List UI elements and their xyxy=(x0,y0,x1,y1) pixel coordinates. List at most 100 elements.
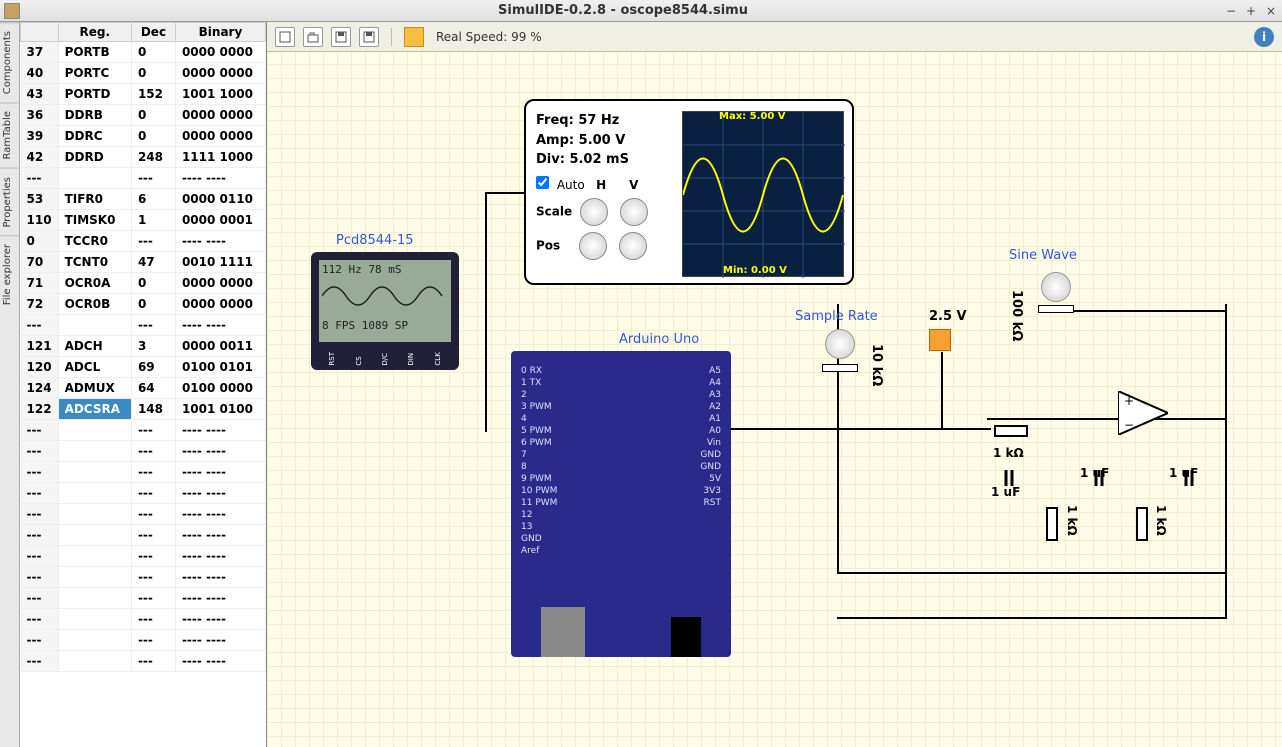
circuit-canvas[interactable]: Real Speed: 99 % i Freq: 57 Hz Amp: 5.00… xyxy=(267,22,1282,747)
arduino-pin: 9 PWM xyxy=(521,473,557,485)
capacitor-1u-a[interactable] xyxy=(997,470,1021,486)
table-row[interactable]: 40PORTC00000 0000 xyxy=(21,63,266,84)
table-row[interactable]: ---------- ---- xyxy=(21,504,266,525)
scope-scale-v-knob[interactable] xyxy=(620,198,648,226)
tab-file-explorer[interactable]: File explorer xyxy=(0,235,19,313)
table-row[interactable]: ---------- ---- xyxy=(21,441,266,462)
table-row[interactable]: ---------- ---- xyxy=(21,588,266,609)
lcd-screen: 112 Hz 78 mS 8 FPS 1089 SP xyxy=(319,260,451,342)
lcd-pin: CLK xyxy=(434,352,442,366)
table-row[interactable]: 0TCCR0------- ---- xyxy=(21,231,266,252)
arduino-pin: 11 PWM xyxy=(521,497,557,509)
scope-scale-h-knob[interactable] xyxy=(580,198,608,226)
minimize-button[interactable]: − xyxy=(1224,4,1238,18)
opamp[interactable]: +− xyxy=(1118,391,1168,435)
table-row[interactable]: 42DDRD2481111 1000 xyxy=(21,147,266,168)
table-row[interactable]: ---------- ---- xyxy=(21,567,266,588)
arduino-usb xyxy=(541,607,585,657)
svg-text:−: − xyxy=(1124,418,1134,432)
r-1k-a-label: 1 kΩ xyxy=(993,446,1024,460)
table-row[interactable]: 122ADCSRA1481001 0100 xyxy=(21,399,266,420)
sim-speed-status: Real Speed: 99 % xyxy=(436,30,542,44)
table-row[interactable]: 124ADMUX640100 0000 xyxy=(21,378,266,399)
open-file-button[interactable] xyxy=(303,27,323,47)
table-row[interactable]: ---------- ---- xyxy=(21,630,266,651)
arduino-pin: 5V xyxy=(700,473,721,485)
table-row[interactable]: ---------- ---- xyxy=(21,651,266,672)
lcd-line2: 8 FPS 1089 SP xyxy=(322,319,448,332)
scope-auto-checkbox[interactable] xyxy=(536,176,549,189)
col-num xyxy=(21,23,59,42)
capacitor-1u-c[interactable] xyxy=(1177,470,1201,486)
oscilloscope[interactable]: Freq: 57 Hz Amp: 5.00 V Div: 5.02 mS Aut… xyxy=(524,99,854,285)
table-row[interactable]: ---------- ---- xyxy=(21,315,266,336)
table-row[interactable]: ---------- ---- xyxy=(21,546,266,567)
table-row[interactable]: 72OCR0B00000 0000 xyxy=(21,294,266,315)
table-row[interactable]: ---------- ---- xyxy=(21,525,266,546)
voltage-source[interactable] xyxy=(929,329,951,351)
table-row[interactable]: 36DDRB00000 0000 xyxy=(21,105,266,126)
arduino-pin: 3 PWM xyxy=(521,401,557,413)
sinewave-pot[interactable] xyxy=(1038,305,1074,313)
table-row[interactable]: ---------- ---- xyxy=(21,420,266,441)
register-table[interactable]: Reg. Dec Binary 37PORTB00000 000040PORTC… xyxy=(20,22,266,672)
table-row[interactable]: ---------- ---- xyxy=(21,609,266,630)
scope-freq-value: 57 Hz xyxy=(578,113,619,128)
scope-min-label: Min: 0.00 V xyxy=(723,265,787,276)
scope-screen: Max: 5.00 V Min: 0.00 V xyxy=(682,111,844,277)
save-file-button[interactable] xyxy=(331,27,351,47)
table-row[interactable]: 39DDRC00000 0000 xyxy=(21,126,266,147)
arduino-pin: 1 TX xyxy=(521,377,557,389)
arduino-pin: 12 xyxy=(521,509,557,521)
scope-pos-v-knob[interactable] xyxy=(619,232,647,260)
table-row[interactable]: 70TCNT0470010 1111 xyxy=(21,252,266,273)
table-row[interactable]: 120ADCL690100 0101 xyxy=(21,357,266,378)
canvas-toolbar: Real Speed: 99 % i xyxy=(267,22,1282,52)
table-row[interactable]: ---------- ---- xyxy=(21,168,266,189)
sample-rate-knob[interactable] xyxy=(825,329,855,359)
resistor-1k-a[interactable] xyxy=(991,424,1031,438)
resistor-1k-c[interactable] xyxy=(1135,504,1149,544)
c-1u-a-label: 1 uF xyxy=(991,485,1020,499)
maximize-button[interactable]: + xyxy=(1244,4,1258,18)
arduino-pin: 8 xyxy=(521,461,557,473)
info-button[interactable]: i xyxy=(1254,27,1274,47)
sinewave-knob[interactable] xyxy=(1041,272,1071,302)
table-row[interactable]: 121ADCH30000 0011 xyxy=(21,336,266,357)
scope-div-value: 5.02 mS xyxy=(569,152,629,167)
arduino-pin: 10 PWM xyxy=(521,485,557,497)
arduino-uno[interactable]: 0 RX1 TX23 PWM45 PWM6 PWM789 PWM10 PWM11… xyxy=(511,351,731,657)
side-tabs: Components RamTable Properties File expl… xyxy=(0,22,20,747)
tab-properties[interactable]: Properties xyxy=(0,168,19,236)
arduino-pin: 5 PWM xyxy=(521,425,557,437)
capacitor-1u-b[interactable] xyxy=(1087,470,1111,486)
sample-rate-pot[interactable] xyxy=(822,364,858,372)
table-row[interactable]: ---------- ---- xyxy=(21,462,266,483)
arduino-pin: GND xyxy=(700,461,721,473)
arduino-pin: A0 xyxy=(700,425,721,437)
table-row[interactable]: 110TIMSK010000 0001 xyxy=(21,210,266,231)
tab-ramtable[interactable]: RamTable xyxy=(0,102,19,167)
table-row[interactable]: 71OCR0A00000 0000 xyxy=(21,273,266,294)
resistor-1k-b[interactable] xyxy=(1045,504,1059,544)
tab-components[interactable]: Components xyxy=(0,22,19,102)
arduino-pin: GND xyxy=(521,533,557,545)
new-file-button[interactable] xyxy=(275,27,295,47)
table-row[interactable]: ---------- ---- xyxy=(21,483,266,504)
sample-rate-label: Sample Rate xyxy=(795,309,878,324)
col-dec: Dec xyxy=(131,23,175,42)
scope-pos-label: Pos xyxy=(536,238,560,252)
save-as-button[interactable] xyxy=(359,27,379,47)
scope-pos-h-knob[interactable] xyxy=(579,232,607,260)
run-stop-button[interactable] xyxy=(404,27,424,47)
table-row[interactable]: 53TIFR060000 0110 xyxy=(21,189,266,210)
close-button[interactable]: × xyxy=(1264,4,1278,18)
arduino-power-jack xyxy=(671,617,701,657)
lcd-pcd8544[interactable]: 112 Hz 78 mS 8 FPS 1089 SP RSTCSD/CDINCL… xyxy=(311,252,459,370)
table-row[interactable]: 37PORTB00000 0000 xyxy=(21,42,266,63)
arduino-pin: Aref xyxy=(521,545,557,557)
table-row[interactable]: 43PORTD1521001 1000 xyxy=(21,84,266,105)
scope-div-label: Div: xyxy=(536,152,565,167)
arduino-label: Arduino Uno xyxy=(619,332,699,347)
arduino-pin: 4 xyxy=(521,413,557,425)
